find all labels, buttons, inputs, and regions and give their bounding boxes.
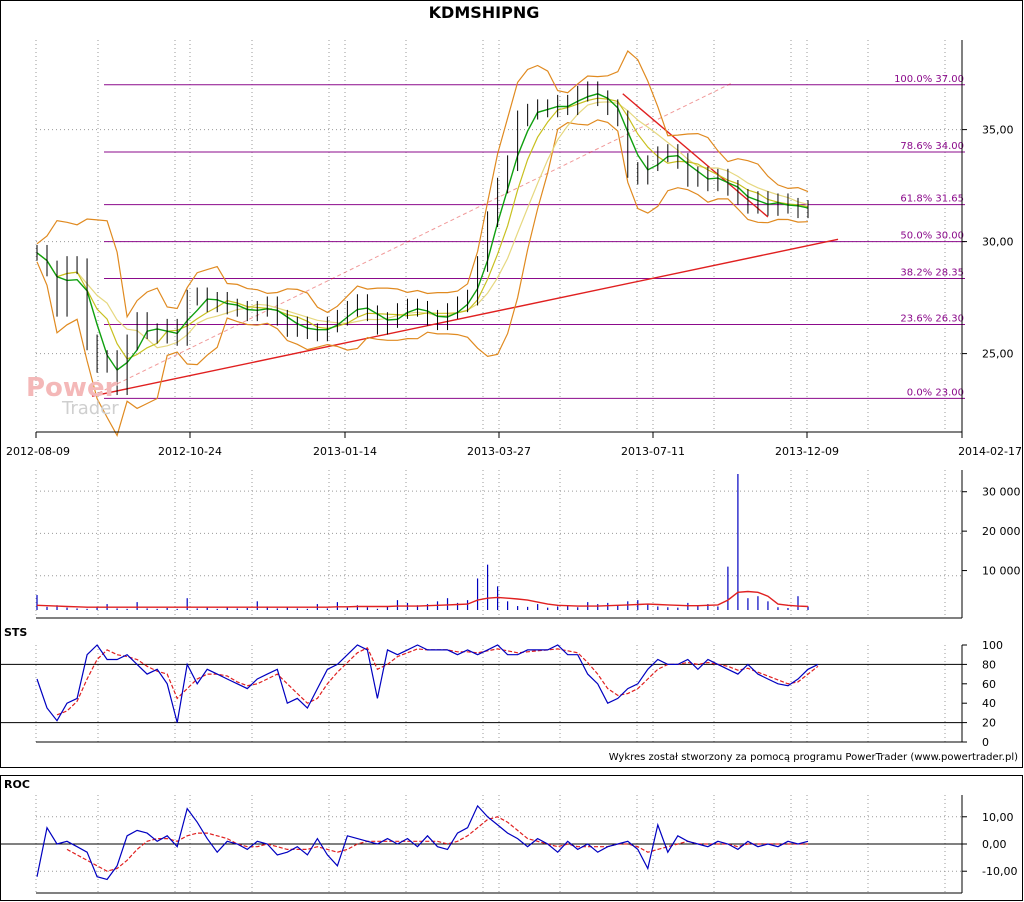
ma-mid [36,97,809,360]
y-tick-label-sts: 40 [982,697,996,710]
ma-short [36,93,809,371]
fib-level-label: 0.0% 23.00 [907,387,964,398]
y-tick-label-sts: 60 [982,678,996,691]
fib-level-label: 38.2% 28.35 [900,268,964,279]
y-tick-label-sts: 0 [982,736,989,749]
x-tick-label: 2014-02-17 [958,445,1022,458]
x-tick-label: 2012-10-24 [158,445,222,458]
sts-d-line [56,647,819,716]
y-tick-label-volume: 20 000 [982,525,1021,538]
trend-line-resistance [622,93,769,218]
chart-title: KDMSHIPNG [429,3,540,22]
trend-line-support [91,238,839,397]
x-tick-label: 2012-08-09 [6,445,70,458]
fib-level-label: 23.6% 26.30 [900,313,964,324]
y-tick-label-price: 25,00 [982,348,1014,361]
fib-level-label: 78.6% 34.00 [900,141,964,152]
y-tick-label-roc: 0,00 [982,838,1007,851]
stock-chart: 100.0% 37.00 78.6% 34.00 61.8% 31.65 50.0% … [0,0,1023,901]
y-tick-label-sts: 80 [982,658,996,671]
sts-k-line [36,644,819,723]
chart-stage: 100.0% 37.00 78.6% 34.00 61.8% 31.65 50.0% … [0,0,1024,902]
fib-level-label: 50.0% 30.00 [900,231,964,242]
x-tick-label: 2013-03-27 [467,445,531,458]
y-tick-label-roc: -10,00 [982,865,1017,878]
ma-long [36,101,809,349]
x-tick-label: 2013-01-14 [313,445,377,458]
y-tick-label-volume: 30 000 [982,486,1021,499]
fib-level-label: 100.0% 37.00 [894,74,964,85]
credit-text: Wykres został stworzony za pomocą progra… [609,752,1018,763]
y-tick-label-price: 35,00 [982,124,1014,137]
x-tick-label: 2013-07-11 [621,445,685,458]
watermark-trader: Trader [61,398,119,419]
fib-level-label: 61.8% 31.65 [900,194,964,205]
volume-average [36,590,809,608]
y-tick-label-price: 30,00 [982,236,1014,249]
sts-panel-label: STS [4,626,27,639]
main-frame [0,0,1023,768]
y-tick-label-roc: 10,00 [982,811,1014,824]
y-tick-label-volume: 10 000 [982,565,1021,578]
bollinger-upper [36,50,809,319]
roc-panel-label: ROC [4,778,30,791]
y-tick-label-sts: 100 [982,639,1003,652]
x-tick-label: 2013-12-09 [775,445,839,458]
y-tick-label-sts: 20 [982,717,996,730]
